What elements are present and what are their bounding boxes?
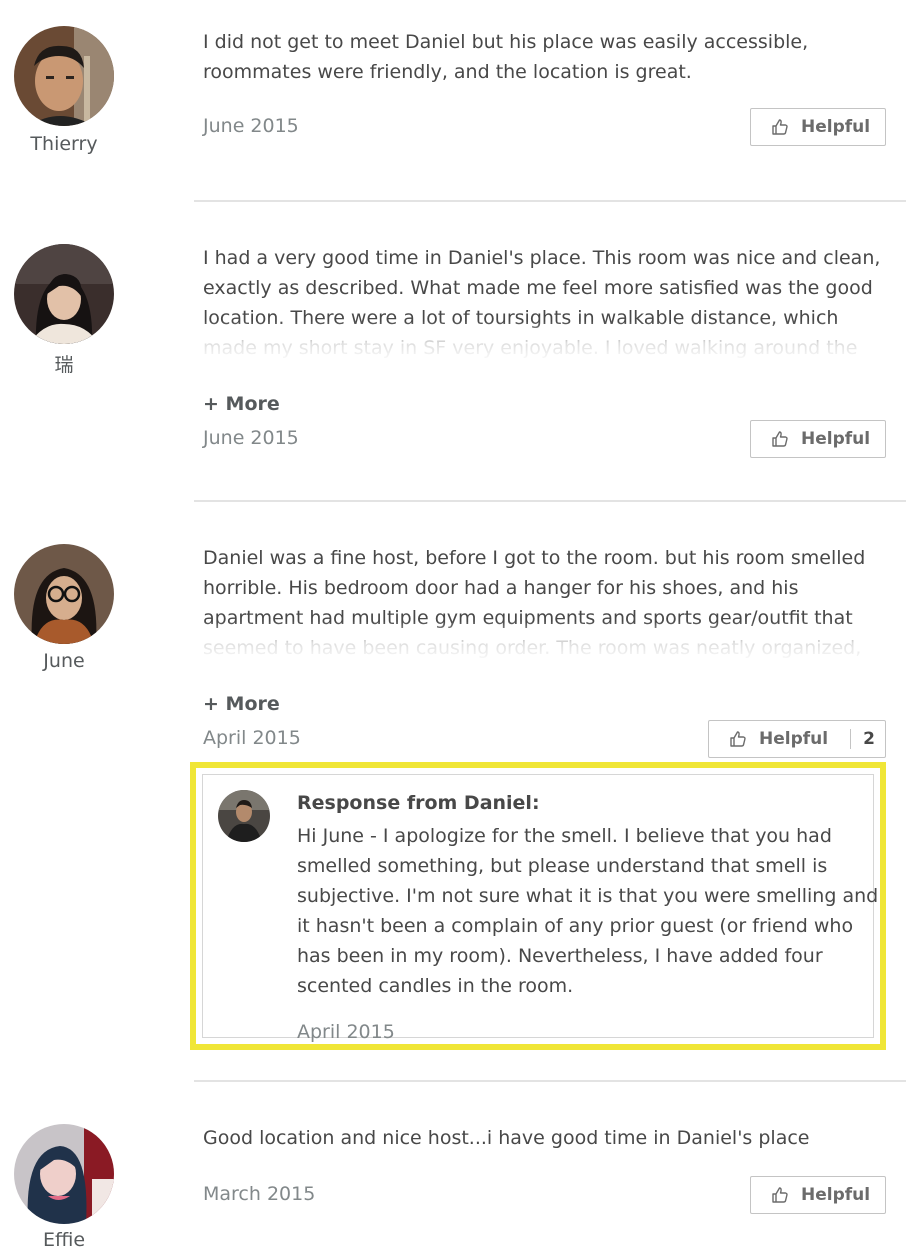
review-text: I had a very good time in Daniel's place… [203, 247, 881, 389]
response-text: Hi June - I apologize for the smell. I b… [297, 825, 879, 997]
avatar[interactable] [14, 244, 114, 344]
thumbs-up-icon [771, 118, 789, 136]
divider [194, 500, 906, 502]
host-avatar[interactable] [218, 790, 270, 842]
reviewer-name[interactable]: 瑞 [0, 350, 128, 377]
reviewer-name[interactable]: Effie [0, 1229, 128, 1251]
review-date: June 2015 [203, 427, 299, 449]
review-date: March 2015 [203, 1183, 316, 1205]
response-title: Response from Daniel: [297, 792, 540, 814]
avatar[interactable] [14, 1124, 114, 1224]
thumbs-up-icon [729, 730, 747, 748]
review-date: April 2015 [203, 727, 301, 749]
host-response-card: Response from Daniel: Hi June - I apolog… [202, 774, 878, 1043]
helpful-label: Helpful [801, 1185, 871, 1205]
helpful-label: Helpful [801, 429, 871, 449]
avatar[interactable] [14, 26, 114, 126]
divider [194, 1080, 906, 1082]
divider [194, 200, 906, 202]
helpful-count: 2 [863, 729, 875, 749]
response-date: April 2015 [297, 1021, 395, 1043]
thumbs-up-icon [771, 430, 789, 448]
helpful-button[interactable]: Helpful [750, 1176, 886, 1214]
more-link[interactable]: + More [203, 693, 280, 715]
host-response: Response from Daniel: Hi June - I apolog… [190, 762, 886, 1050]
helpful-separator [850, 729, 852, 749]
helpful-label: Helpful [801, 117, 871, 137]
avatar[interactable] [14, 544, 114, 644]
helpful-button[interactable]: Helpful [750, 108, 886, 146]
helpful-button[interactable]: Helpful 2 [708, 720, 886, 758]
helpful-label: Helpful [759, 729, 829, 749]
review-text: Daniel was a fine host, before I got to … [203, 547, 867, 689]
review-text: I did not get to meet Daniel but his pla… [203, 31, 809, 83]
review-date: June 2015 [203, 115, 299, 137]
review-text: Good location and nice host...i have goo… [203, 1127, 810, 1149]
reviewer-name[interactable]: Thierry [0, 133, 128, 155]
thumbs-up-icon [771, 1186, 789, 1204]
helpful-button[interactable]: Helpful [750, 420, 886, 458]
reviewer-name[interactable]: June [0, 650, 128, 672]
more-link[interactable]: + More [203, 393, 280, 415]
